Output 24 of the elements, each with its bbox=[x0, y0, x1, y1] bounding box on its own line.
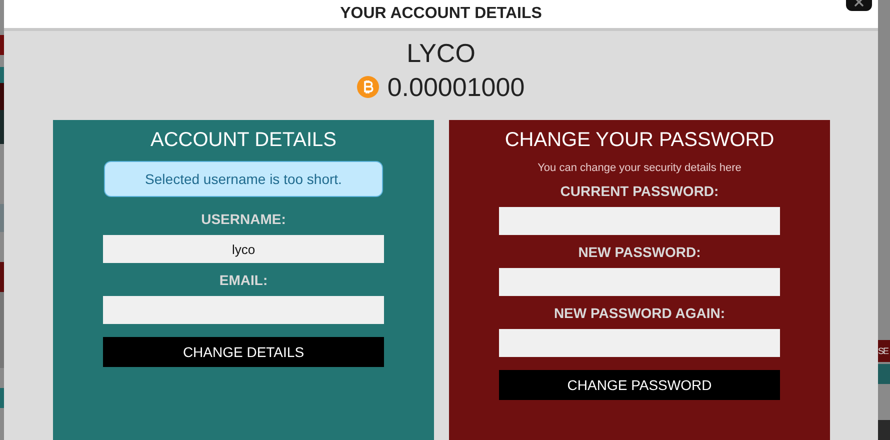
error-alert: Selected username is too short. bbox=[104, 161, 383, 197]
input-field[interactable] bbox=[499, 268, 780, 296]
background-block bbox=[0, 388, 4, 408]
panel-subtitle: You can change your security details here bbox=[538, 162, 742, 174]
field-label: NEW PASSWORD AGAIN: bbox=[554, 305, 726, 321]
panel-title: CHANGE YOUR PASSWORD bbox=[504, 128, 774, 152]
background-block bbox=[878, 364, 890, 384]
window-title: YOUR ACCOUNT DETAILS bbox=[340, 5, 542, 23]
input-field[interactable] bbox=[499, 329, 780, 357]
background-block bbox=[0, 204, 4, 232]
field-label: EMAIL: bbox=[219, 272, 268, 288]
background-block bbox=[0, 35, 4, 55]
field-label: NEW PASSWORD: bbox=[578, 244, 701, 260]
field-label: CURRENT PASSWORD: bbox=[560, 183, 719, 199]
input-field[interactable] bbox=[499, 207, 780, 235]
panel-title: ACCOUNT DETAILS bbox=[150, 128, 336, 152]
input-field[interactable] bbox=[103, 296, 384, 324]
change-details-button[interactable]: CHANGE DETAILS bbox=[103, 337, 384, 367]
account-name: LYCO bbox=[406, 38, 476, 68]
balance-amount: 0.00001000 bbox=[387, 72, 525, 102]
input-field[interactable]: lyco bbox=[103, 235, 384, 263]
field-label: USERNAME: bbox=[201, 211, 286, 227]
change-password-button[interactable]: CHANGE PASSWORD bbox=[499, 370, 780, 400]
bitcoin-icon bbox=[357, 76, 380, 98]
